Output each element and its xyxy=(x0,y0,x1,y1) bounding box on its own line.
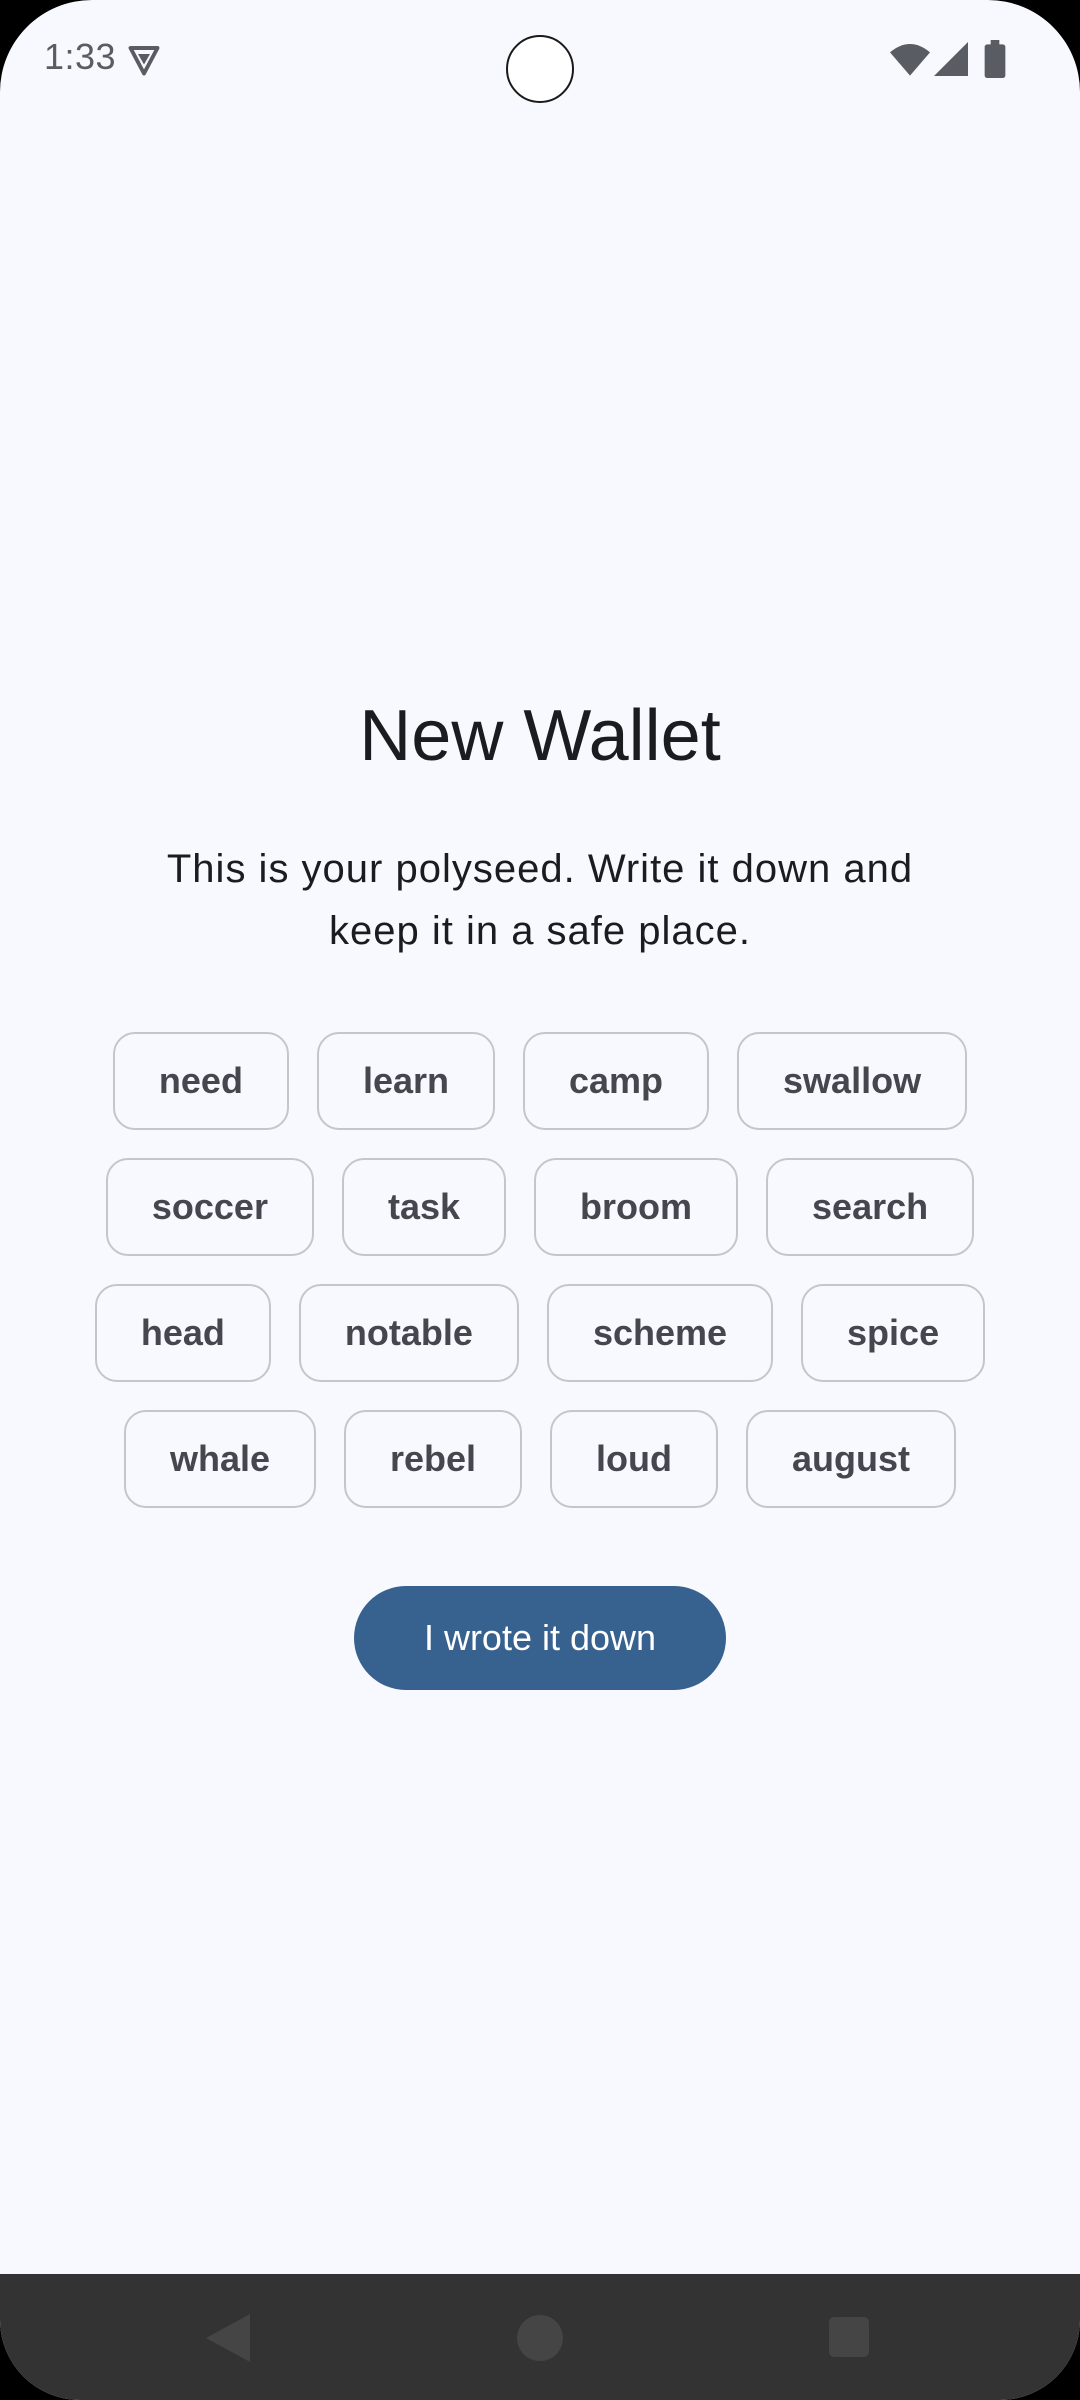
recents-square-icon[interactable] xyxy=(829,2317,869,2357)
seed-word-chip: august xyxy=(746,1410,957,1508)
seed-word-chip: head xyxy=(94,1284,271,1382)
cellular-signal-icon xyxy=(934,42,968,76)
seed-word-chip: broom xyxy=(534,1158,739,1256)
seed-row: head notable scheme spice xyxy=(0,1284,1080,1382)
seed-word-chip: spice xyxy=(801,1284,986,1382)
seed-word-chip: swallow xyxy=(737,1032,968,1130)
seed-row: whale rebel loud august xyxy=(0,1410,1080,1508)
home-circle-icon[interactable] xyxy=(517,2315,563,2361)
seed-word-chip: notable xyxy=(298,1284,519,1382)
seed-row: need learn camp swallow xyxy=(0,1032,1080,1130)
wifi-icon xyxy=(890,44,930,76)
status-time: 1:33 xyxy=(44,36,117,77)
seed-word-chip: rebel xyxy=(344,1410,523,1508)
shield-icon xyxy=(128,46,160,76)
battery-icon xyxy=(984,40,1006,78)
page-subtitle: This is your polyseed. Write it down and… xyxy=(166,847,914,953)
seed-word-chip: loud xyxy=(550,1410,719,1508)
seed-word-chip: search xyxy=(766,1158,975,1256)
seed-word-chip: camp xyxy=(522,1032,710,1130)
seed-word-chip: whale xyxy=(123,1410,316,1508)
status-bar: 1:33 xyxy=(0,0,1080,120)
seed-word-grid: need learn camp swallow soccer task broo… xyxy=(0,1032,1080,1536)
seed-word-chip: task xyxy=(341,1158,507,1256)
page-title: New Wallet xyxy=(359,696,721,776)
seed-word-chip: soccer xyxy=(105,1158,314,1256)
app-screen: 1:33 New Wallet This is your polyseed. W… xyxy=(0,0,1080,2400)
navigation-bar xyxy=(0,2274,1080,2400)
seed-word-chip: scheme xyxy=(546,1284,774,1382)
back-triangle-icon[interactable] xyxy=(206,2314,250,2362)
seed-word-chip: learn xyxy=(316,1032,495,1130)
camera-cutout xyxy=(506,35,574,103)
wrote-it-down-button[interactable]: I wrote it down xyxy=(354,1586,726,1690)
seed-row: soccer task broom search xyxy=(0,1158,1080,1256)
seed-word-chip: need xyxy=(112,1032,289,1130)
